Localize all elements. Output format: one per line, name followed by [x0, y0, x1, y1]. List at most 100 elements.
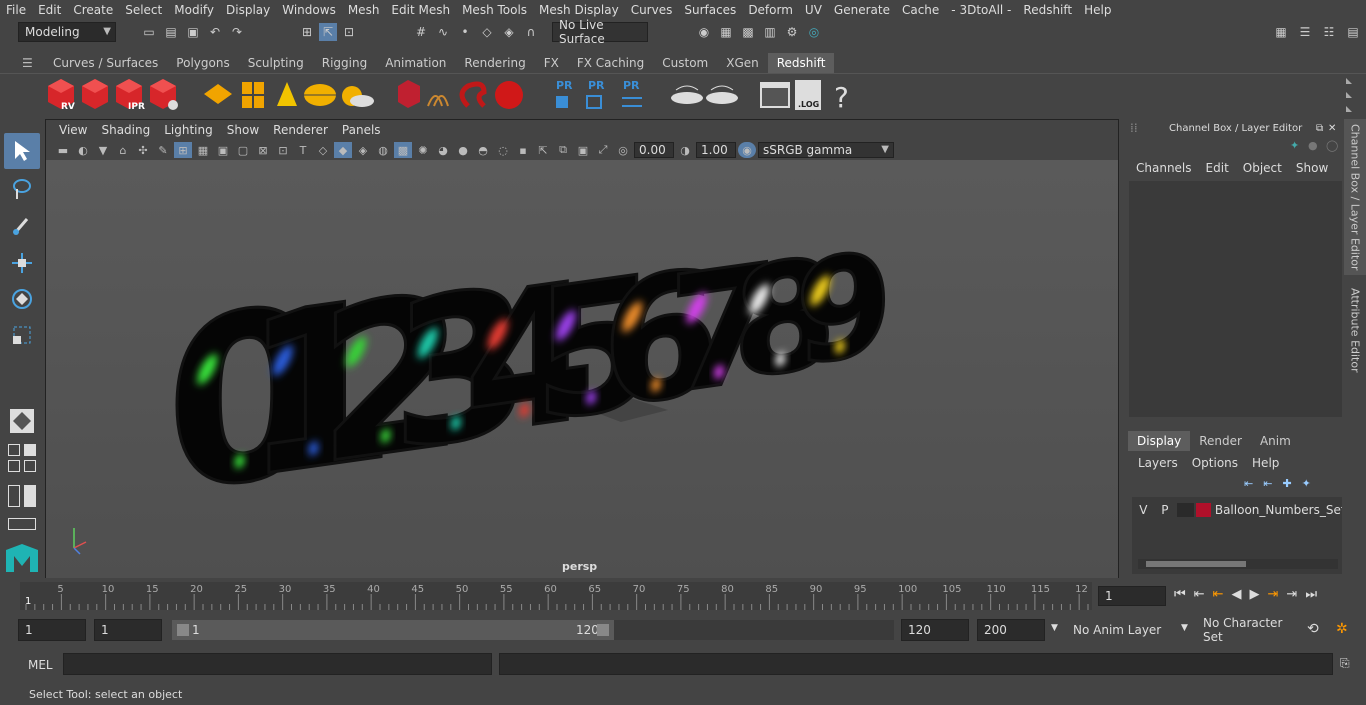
lasso-tool-icon[interactable] [4, 171, 40, 207]
shelf-tab[interactable]: Polygons [167, 53, 238, 73]
xray-joints-icon[interactable]: ▣ [574, 142, 592, 158]
mel-input[interactable] [63, 653, 492, 675]
step-forward-frame-icon[interactable]: ⇥ [1268, 587, 1279, 602]
multisample-icon[interactable]: ◌ [494, 142, 512, 158]
safe-action-icon[interactable]: ⊡ [274, 142, 292, 158]
scene-end-field[interactable]: 200 [977, 619, 1045, 641]
save-scene-icon[interactable]: ▣ [184, 23, 202, 41]
redshift-sun-sky-icon[interactable] [342, 86, 374, 107]
menu-item[interactable]: Edit [32, 3, 67, 17]
wireframe-on-shaded-icon[interactable]: ◈ [354, 142, 372, 158]
help-icon[interactable]: ? [834, 81, 849, 114]
attribute-editor-icon[interactable]: ☰ [1296, 23, 1314, 41]
snap-curve-icon[interactable]: ∿ [434, 23, 452, 41]
menu-item[interactable]: Edit Mesh [385, 3, 456, 17]
play-backward-icon[interactable]: ◀ [1232, 587, 1242, 602]
viewport-canvas[interactable]: 0123456789 persp [46, 160, 1118, 578]
menu-item[interactable]: UV [799, 3, 828, 17]
viewport-menu-item[interactable]: Shading [94, 123, 157, 137]
channel-box-menu-item[interactable]: Show [1290, 161, 1336, 175]
layer-menu-item[interactable]: Options [1186, 456, 1246, 470]
layout-persp-icon[interactable] [8, 518, 36, 530]
move-layer-down-icon[interactable]: ⇤ [1263, 477, 1272, 490]
layout-single-icon[interactable] [8, 444, 20, 456]
menu-item[interactable]: - 3DtoAll - [945, 3, 1017, 17]
viewport-menu-item[interactable]: View [52, 123, 94, 137]
snap-view-icon[interactable]: ◇ [478, 23, 496, 41]
tab-anim[interactable]: Anim [1251, 431, 1300, 451]
hypershade-icon[interactable]: ◎ [805, 23, 823, 41]
bake-set-icon[interactable] [671, 85, 703, 104]
chevron-down-icon[interactable]: ▼ [1181, 623, 1188, 633]
menu-item[interactable]: Curves [625, 3, 679, 17]
viewport-menu-item[interactable]: Panels [335, 123, 388, 137]
modeling-toolkit-icon[interactable]: ▦ [1272, 23, 1290, 41]
new-layer-icon[interactable]: ✚ [1282, 477, 1291, 490]
menu-item[interactable]: Cache [896, 3, 945, 17]
move-layer-up-icon[interactable]: ⇤ [1244, 477, 1253, 490]
menu-item[interactable]: Mesh [342, 3, 386, 17]
playback-start-field[interactable]: 1 [94, 619, 162, 641]
gamma-field[interactable]: 1.00 [696, 142, 736, 158]
field-chart-icon[interactable]: ⊠ [254, 142, 272, 158]
screen-space-ao-icon[interactable]: ● [454, 142, 472, 158]
auto-key-icon[interactable]: ⟲ [1307, 621, 1319, 637]
channel-list[interactable] [1129, 181, 1342, 417]
undo-icon[interactable]: ↶ [206, 23, 224, 41]
redshift-rect-light-icon[interactable] [204, 84, 232, 104]
layout-grid-icon[interactable] [8, 460, 20, 472]
menu-item[interactable]: File [0, 3, 32, 17]
range-start-handle[interactable] [177, 624, 189, 636]
redshift-settings-icon[interactable] [150, 79, 178, 110]
redshift-portal-light-icon[interactable] [242, 82, 264, 108]
isolate-select-icon[interactable]: ⇱ [534, 142, 552, 158]
select-component-icon[interactable]: ⊡ [340, 23, 358, 41]
layout-horizontal-icon[interactable] [24, 485, 36, 507]
speed-icon[interactable]: ● [1308, 139, 1318, 152]
layer-menu-item[interactable]: Layers [1132, 456, 1186, 470]
redshift-volume-icon[interactable] [459, 81, 487, 108]
shelf-scroll-icon[interactable] [1346, 78, 1352, 112]
manipulator-icon[interactable]: ✦ [1290, 139, 1299, 152]
snap-point-icon[interactable]: • [456, 23, 474, 41]
layer-type-toggle[interactable] [1177, 503, 1194, 517]
render-globals-icon[interactable]: ⚙ [783, 23, 801, 41]
bookmark-icon[interactable]: ▼ [94, 142, 112, 158]
range-end-handle[interactable] [597, 624, 609, 636]
animation-prefs-icon[interactable]: ✲ [1336, 621, 1348, 637]
viewport-menu-item[interactable]: Lighting [157, 123, 220, 137]
default-material-icon[interactable]: ◍ [374, 142, 392, 158]
resolution-gate-icon[interactable]: ▣ [214, 142, 232, 158]
use-all-lights-icon[interactable]: ✺ [414, 142, 432, 158]
xray-components-icon[interactable]: ⤢ [594, 142, 612, 158]
balloon-digit[interactable]: 9 [794, 219, 894, 399]
pr-object-icon[interactable] [556, 96, 568, 108]
playback-end-field[interactable]: 120 [901, 619, 969, 641]
grid-toggle-icon[interactable]: ⊞ [174, 142, 192, 158]
depth-of-field-icon[interactable]: ▪ [514, 142, 532, 158]
open-scene-icon[interactable]: ▤ [162, 23, 180, 41]
new-layer-selected-icon[interactable]: ✦ [1302, 477, 1311, 490]
shelf-menu-icon[interactable]: ☰ [22, 56, 33, 70]
snap-grid-icon[interactable]: # [412, 23, 430, 41]
script-editor-icon[interactable] [760, 82, 790, 108]
menu-item[interactable]: Mesh Display [533, 3, 625, 17]
select-hierarchy-icon[interactable]: ⊞ [298, 23, 316, 41]
shelf-tab[interactable]: Rendering [455, 53, 534, 73]
hyper-icon[interactable]: ◯ [1326, 139, 1338, 152]
view-transform-dropdown[interactable]: sSRGB gamma ▼ [758, 142, 894, 158]
shelf-tab[interactable]: Rigging [313, 53, 376, 73]
shadows-icon[interactable]: ◕ [434, 142, 452, 158]
channel-box-menu-item[interactable]: Object [1237, 161, 1290, 175]
menu-item[interactable]: Modify [168, 3, 220, 17]
live-surface-field[interactable]: No Live Surface [552, 18, 648, 46]
redshift-spot-light-icon[interactable] [277, 82, 297, 106]
soft-select-icon[interactable] [4, 403, 40, 439]
new-scene-icon[interactable]: ▭ [140, 23, 158, 41]
viewport-menu-item[interactable]: Renderer [266, 123, 335, 137]
shelf-tab[interactable]: Custom [653, 53, 717, 73]
layer-playback-toggle[interactable]: P [1156, 503, 1175, 517]
shelf-tab[interactable]: Sculpting [239, 53, 313, 73]
step-forward-key-icon[interactable]: ⇥ [1286, 587, 1297, 602]
select-tool-icon[interactable] [4, 133, 40, 169]
